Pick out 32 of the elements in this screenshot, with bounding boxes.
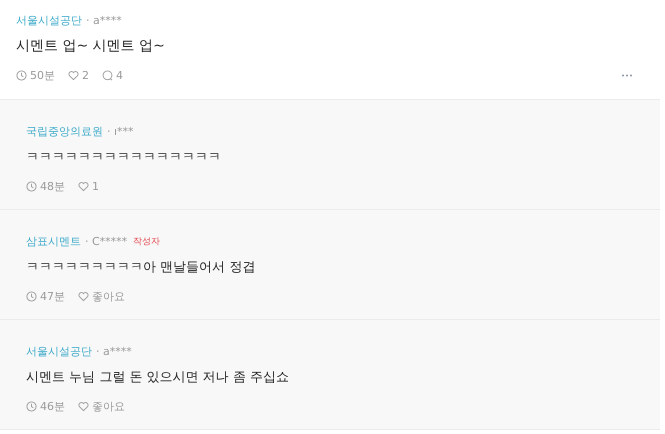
time-ago: 46분 [40,398,65,414]
reply-text: ㅋㅋㅋㅋㅋㅋㅋㅋㅋㅋㅋㅋㅋㅋㅋ [26,149,222,166]
company-name[interactable]: 삼표시멘트 [26,234,81,249]
comment-icon[interactable] [102,70,113,80]
like-count: 1 [92,180,99,192]
reply-text: ㅋㅋㅋㅋㅋㅋㅋㅋㅋ아 맨날들어서 정겹 [26,259,256,276]
username: · C***** [85,235,128,248]
company-name[interactable]: 서울시설공단 [16,13,82,28]
time-ago: 48분 [40,178,65,194]
clock-icon [26,290,37,302]
time-ago: 50분 [30,68,55,82]
more-icon[interactable] [622,74,632,76]
clock-icon [26,400,37,412]
post-text: 시멘트 업~ 시멘트 업~ [16,37,166,55]
heart-icon[interactable] [68,70,79,80]
reply-text: 시멘트 누님 그럴 돈 있으시면 저나 좀 주십쇼 [26,369,290,386]
clock-icon [16,70,27,80]
like-count: 좋아요 [92,398,125,414]
heart-icon[interactable] [78,290,89,302]
heart-icon[interactable] [78,400,89,412]
username: · a**** [86,14,122,27]
like-count: 2 [82,68,89,82]
like-count: 좋아요 [92,288,125,304]
time-ago: 47분 [40,288,65,304]
username: · ı*** [107,125,134,138]
heart-icon[interactable] [78,180,89,192]
username: · a**** [96,345,132,358]
author-label: 작성자 [133,236,160,248]
clock-icon [26,180,37,192]
comment-count: 4 [116,68,123,82]
company-name[interactable]: 서울시설공단 [26,344,92,359]
company-name[interactable]: 국립중앙의료원 [26,124,103,139]
